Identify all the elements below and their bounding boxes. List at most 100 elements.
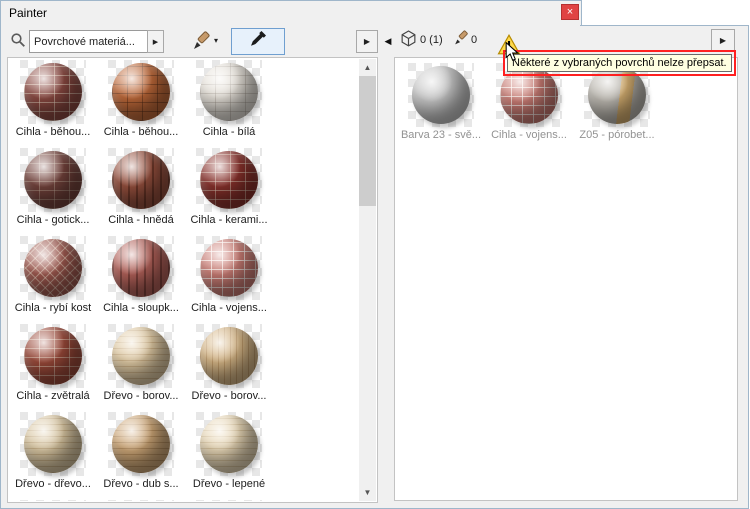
- material-label: Cihla - vojens...: [491, 129, 567, 142]
- material-item[interactable]: Cihla - kerami...: [185, 147, 273, 235]
- material-label: Z05 - pórobet...: [579, 129, 654, 142]
- material-thumbnail: [20, 500, 86, 501]
- material-label: Barva 23 - svě...: [401, 129, 481, 142]
- material-sphere: [412, 66, 470, 124]
- material-item[interactable]: Dřevo - dřevo...: [9, 411, 97, 499]
- material-sphere: [200, 151, 258, 209]
- material-thumbnail: [196, 236, 262, 300]
- window-title: Painter: [9, 6, 47, 20]
- material-label: Cihla - kerami...: [190, 214, 267, 227]
- mouse-cursor-icon: [505, 42, 519, 67]
- material-item[interactable]: Dřevo - lepené: [185, 411, 273, 499]
- material-thumbnail: [196, 500, 262, 501]
- material-label: Dřevo - dřevo...: [15, 478, 91, 491]
- material-sphere: [24, 63, 82, 121]
- scrollbar[interactable]: ▲ ▼: [359, 59, 376, 501]
- material-sphere: [112, 415, 170, 473]
- material-thumbnail: [20, 236, 86, 300]
- material-sphere: [200, 415, 258, 473]
- material-label: Cihla - hnědá: [108, 214, 173, 227]
- material-sphere: [112, 151, 170, 209]
- material-item[interactable]: Cihla - zvětralá: [9, 323, 97, 411]
- selected-materials-grid: Barva 23 - svě... Cihla - vojens... Z05 - …: [397, 62, 735, 498]
- collapse-panel-button[interactable]: ◀: [382, 33, 394, 49]
- scroll-down-button[interactable]: ▼: [359, 484, 376, 501]
- paintbrush-icon[interactable]: [190, 30, 212, 52]
- material-item[interactable]: Cihla - sloupk...: [97, 235, 185, 323]
- tooltip: Některé z vybraných povrchů nelze přepsa…: [507, 54, 732, 72]
- toolbar-flyout-button[interactable]: ▶: [356, 30, 378, 53]
- material-sphere: [24, 327, 82, 385]
- material-item[interactable]: Dřevo - borov...: [185, 323, 273, 411]
- material-label: Cihla - gotick...: [17, 214, 90, 227]
- surfaces-cube-icon: [400, 30, 417, 53]
- material-thumbnail: [108, 500, 174, 501]
- material-thumbnail: [108, 148, 174, 212]
- material-label: Cihla - zvětralá: [16, 390, 89, 403]
- selected-materials-list: Barva 23 - svě... Cihla - vojens... Z05 - …: [394, 57, 738, 501]
- material-item[interactable]: Dřevo - maha...: [9, 499, 97, 501]
- material-sphere: [24, 239, 82, 297]
- surfaces-count: 0 (1): [420, 34, 443, 46]
- material-thumbnail: [20, 412, 86, 476]
- material-thumbnail: [196, 412, 262, 476]
- eyedropper-icon: [248, 29, 268, 54]
- material-thumbnail: [108, 60, 174, 124]
- material-thumbnail: [20, 324, 86, 388]
- search-input[interactable]: [29, 30, 148, 53]
- material-sphere: [24, 151, 82, 209]
- material-thumbnail: [196, 60, 262, 124]
- material-thumbnail: [108, 412, 174, 476]
- material-thumbnail: [20, 148, 86, 212]
- material-label: Dřevo - borov...: [104, 390, 179, 403]
- material-label: Cihla - sloupk...: [103, 302, 179, 315]
- material-item[interactable]: Dřevo - borov...: [97, 323, 185, 411]
- material-sphere: [200, 327, 258, 385]
- tooltip-annotation-box: Některé z vybraných povrchů nelze přepsa…: [503, 50, 736, 76]
- title-bar[interactable]: Painter: [1, 1, 581, 25]
- material-label: Cihla - běhou...: [104, 126, 179, 139]
- material-item[interactable]: Dřevo - dub s...: [97, 411, 185, 499]
- material-label: Cihla - běhou...: [16, 126, 91, 139]
- search-flyout-button[interactable]: ▶: [147, 30, 164, 53]
- material-sphere: [112, 63, 170, 121]
- selected-material-item[interactable]: Barva 23 - svě...: [397, 62, 485, 150]
- material-thumbnail: [20, 60, 86, 124]
- material-item[interactable]: Cihla - bílá: [185, 59, 273, 147]
- material-item[interactable]: Cihla - hnědá: [97, 147, 185, 235]
- applied-count: 0: [471, 34, 477, 46]
- materials-list: Cihla - běhou... Cihla - běhou... Cihla - …: [7, 57, 378, 503]
- material-item[interactable]: Dřevo - ořech...: [185, 499, 273, 501]
- material-item[interactable]: Cihla - běhou...: [9, 59, 97, 147]
- material-sphere: [24, 415, 82, 473]
- material-thumbnail: [108, 236, 174, 300]
- panel-flyout-button[interactable]: ▶: [711, 29, 735, 52]
- material-item[interactable]: Cihla - rybí kost: [9, 235, 97, 323]
- brush-dropdown-icon[interactable]: ▾: [214, 36, 218, 45]
- material-thumbnail: [196, 324, 262, 388]
- search-icon: [10, 32, 26, 48]
- material-sphere: [112, 327, 170, 385]
- painter-window-canvas: Painter × ▶ ▾ ▶ ◀ 0 (1): [0, 0, 750, 509]
- material-sphere: [200, 239, 258, 297]
- material-sphere: [200, 63, 258, 121]
- material-label: Cihla - vojens...: [191, 302, 267, 315]
- material-label: Dřevo - dub s...: [103, 478, 178, 491]
- material-item[interactable]: Cihla - běhou...: [97, 59, 185, 147]
- material-thumbnail: [196, 148, 262, 212]
- material-item[interactable]: Dřevo - maha...: [97, 499, 185, 501]
- material-label: Cihla - rybí kost: [15, 302, 91, 315]
- material-label: Cihla - bílá: [203, 126, 256, 139]
- material-item[interactable]: Cihla - vojens...: [185, 235, 273, 323]
- material-thumbnail: [408, 63, 474, 127]
- material-item[interactable]: Cihla - gotick...: [9, 147, 97, 235]
- scroll-up-button[interactable]: ▲: [359, 59, 376, 76]
- material-label: Dřevo - borov...: [192, 390, 267, 403]
- materials-grid: Cihla - běhou... Cihla - běhou... Cihla - …: [9, 59, 359, 501]
- scroll-thumb[interactable]: [359, 76, 376, 206]
- material-sphere: [112, 239, 170, 297]
- eyedropper-button[interactable]: [231, 28, 285, 55]
- material-label: Dřevo - lepené: [193, 478, 265, 491]
- close-button[interactable]: ×: [561, 4, 579, 20]
- applied-brush-icon: [452, 30, 470, 53]
